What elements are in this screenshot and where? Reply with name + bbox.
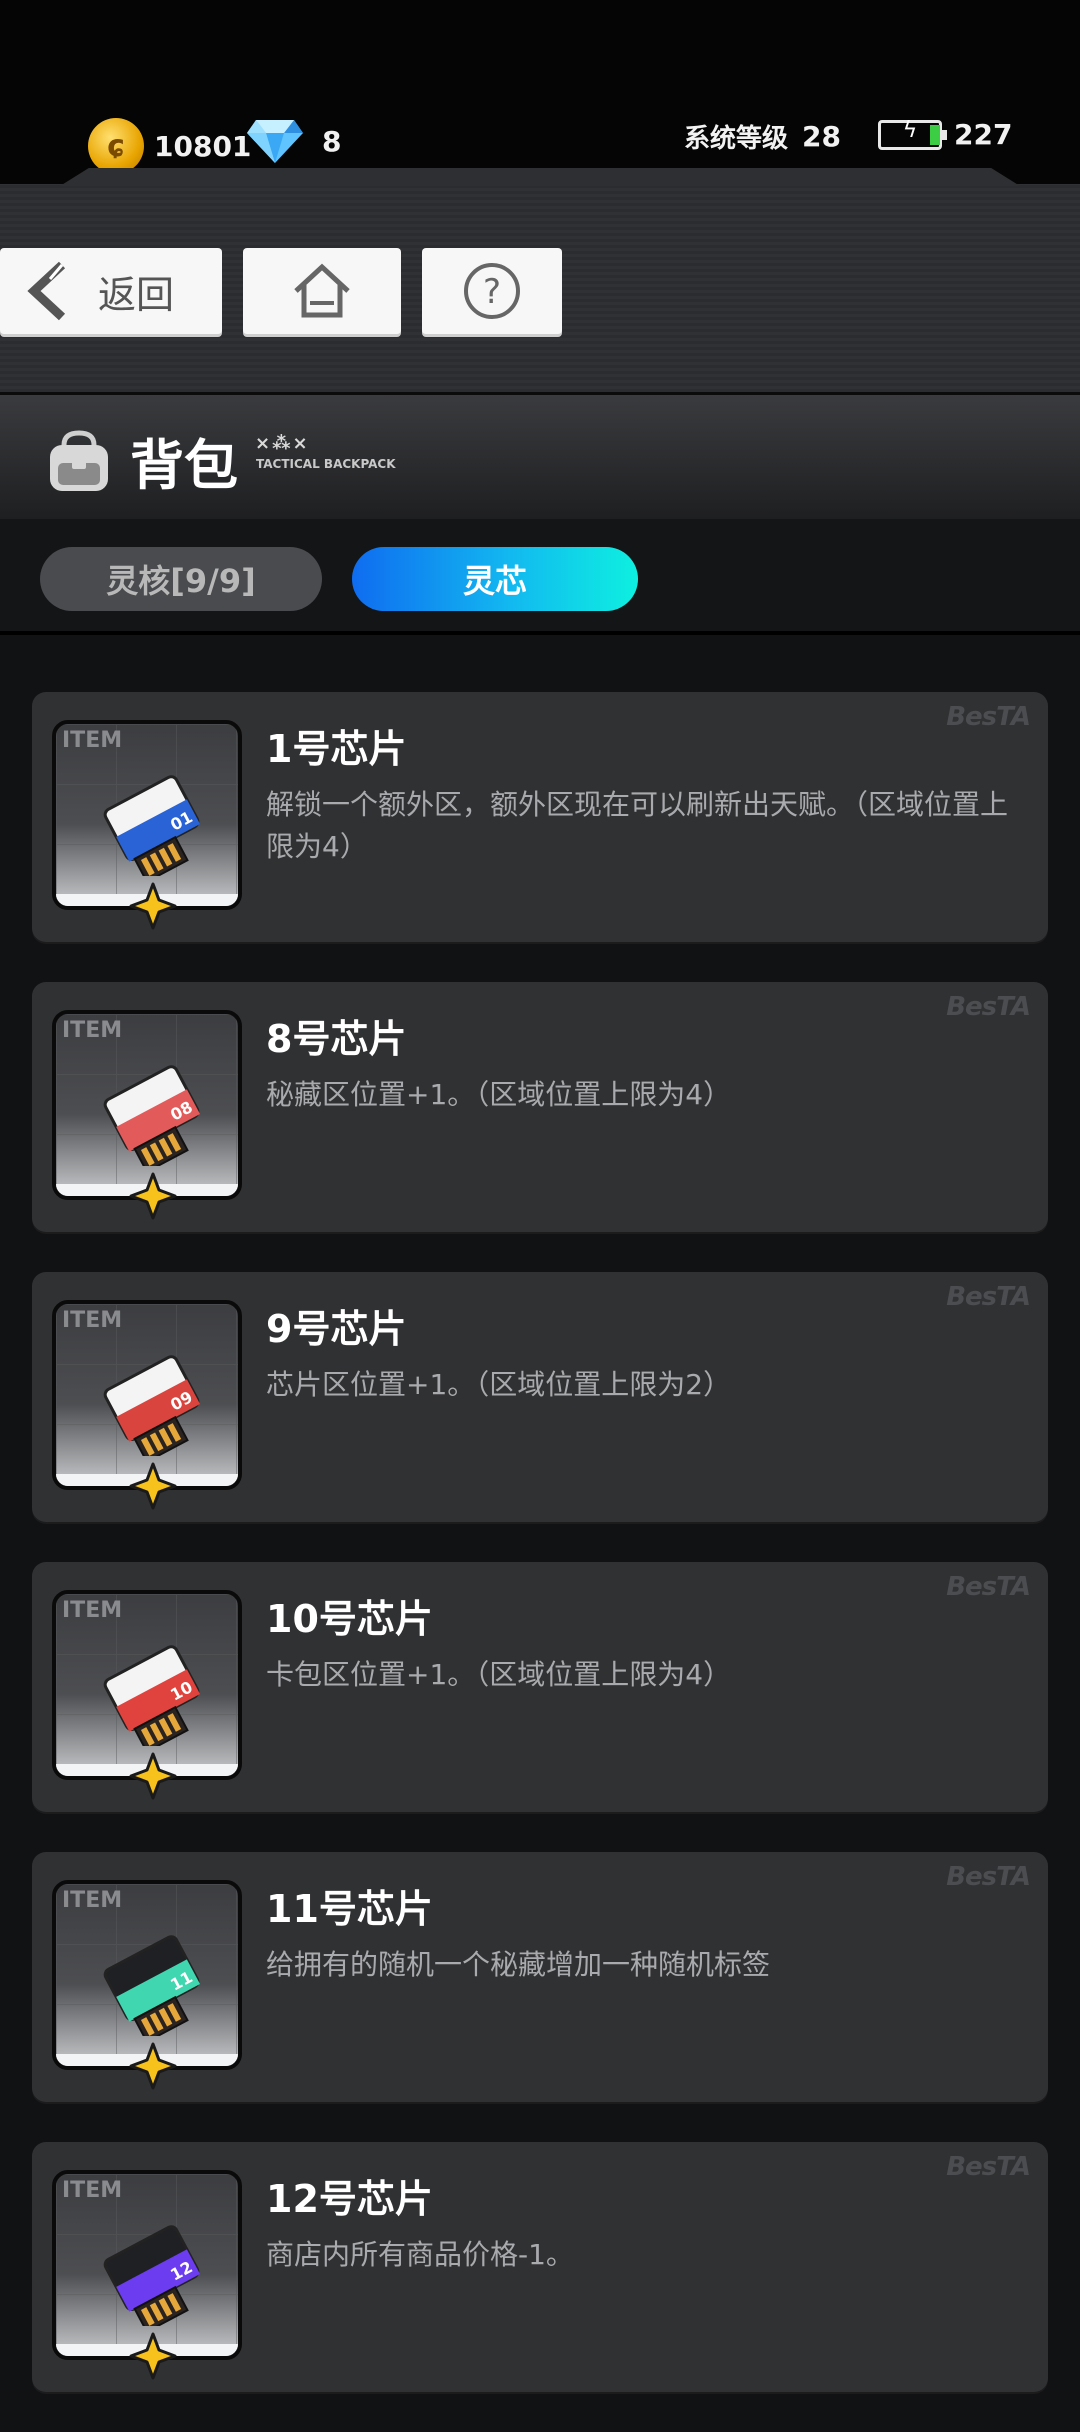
system-level: 系统等级 28 bbox=[684, 118, 841, 155]
home-icon bbox=[294, 263, 350, 318]
item-description: 解锁一个额外区，额外区现在可以刷新出天赋。（区域位置上限为4） bbox=[266, 788, 1009, 863]
tab-bar: 灵核[9/9] 灵芯 bbox=[0, 519, 1080, 635]
usb-chip-icon: 12 bbox=[103, 2225, 200, 2326]
back-label: 返回 bbox=[98, 272, 175, 317]
help-button[interactable]: ? bbox=[422, 248, 562, 334]
gem-counter: 8 bbox=[246, 118, 341, 164]
page-header: 背包 ×⁂× TACTICAL BACKPACK bbox=[0, 392, 1080, 522]
item-description: 秘藏区位置+1。（区域位置上限为4） bbox=[266, 1078, 732, 1111]
item-description: 给拥有的随机一个秘藏增加一种随机标签 bbox=[266, 1948, 771, 1981]
item-card[interactable]: BesTA ITEM 12 12号芯片 商店内所有商品价格-1。 bbox=[32, 2142, 1048, 2392]
star-icon bbox=[129, 2332, 177, 2380]
item-icon-label: ITEM bbox=[62, 1308, 123, 1333]
tab-spirit-core[interactable]: 灵核[9/9] bbox=[40, 547, 322, 611]
star-icon bbox=[129, 882, 177, 930]
item-list: BesTA ITEM 01 1号芯片 解锁一个额外区，额外区现在可以刷新出天赋。… bbox=[32, 692, 1048, 2432]
level-value: 28 bbox=[802, 120, 841, 153]
header-decoration: ×⁂× bbox=[255, 433, 310, 454]
battery-icon: ϟ bbox=[878, 118, 947, 150]
coin-icon: ɕ bbox=[88, 118, 144, 174]
watermark-logo: BesTA bbox=[946, 702, 1031, 732]
level-label: 系统等级 bbox=[684, 124, 789, 154]
page-subtitle: TACTICAL BACKPACK bbox=[256, 457, 396, 471]
item-icon-label: ITEM bbox=[62, 1018, 123, 1043]
item-description: 卡包区位置+1。（区域位置上限为4） bbox=[266, 1658, 732, 1691]
star-icon bbox=[129, 2042, 177, 2090]
svg-text:?: ? bbox=[483, 272, 501, 312]
nav-panel: 返回 ? bbox=[0, 168, 1080, 392]
item-icon-label: ITEM bbox=[62, 1888, 123, 1913]
item-description: 商店内所有商品价格-1。 bbox=[266, 2238, 574, 2271]
energy-counter: ϟ 227 bbox=[878, 118, 1012, 151]
diamond-icon bbox=[247, 120, 303, 163]
item-name: 9号芯片 bbox=[266, 1307, 407, 1351]
watermark-logo: BesTA bbox=[946, 2152, 1031, 2182]
star-icon bbox=[129, 1172, 177, 1220]
question-icon: ? bbox=[464, 263, 520, 319]
home-button[interactable] bbox=[243, 248, 401, 334]
item-name: 11号芯片 bbox=[266, 1887, 433, 1931]
watermark-logo: BesTA bbox=[946, 1282, 1031, 1312]
coin-counter: ɕ 10801 bbox=[88, 118, 251, 174]
watermark-logo: BesTA bbox=[946, 992, 1031, 1022]
chevron-left-icon bbox=[27, 261, 66, 321]
item-name: 12号芯片 bbox=[266, 2177, 433, 2221]
star-icon bbox=[129, 1462, 177, 1510]
usb-chip-icon: 10 bbox=[103, 1645, 200, 1746]
star-icon bbox=[129, 1752, 177, 1800]
item-icon-label: ITEM bbox=[62, 1598, 123, 1623]
energy-amount: 227 bbox=[954, 118, 1013, 151]
back-button[interactable]: 返回 bbox=[0, 248, 222, 334]
watermark-logo: BesTA bbox=[946, 1572, 1031, 1602]
watermark-logo: BesTA bbox=[946, 1862, 1031, 1892]
item-card[interactable]: BesTA ITEM 09 9号芯片 芯片区位置+1。（区域位置上限为2） bbox=[32, 1272, 1048, 1522]
item-card[interactable]: BesTA ITEM 10 10号芯片 卡包区位置+1。（区域位置上限为4） bbox=[32, 1562, 1048, 1812]
item-card[interactable]: BesTA ITEM 01 1号芯片 解锁一个额外区，额外区现在可以刷新出天赋。… bbox=[32, 692, 1048, 942]
item-name: 1号芯片 bbox=[266, 727, 407, 771]
usb-chip-icon: 09 bbox=[103, 1355, 200, 1456]
item-card[interactable]: BesTA ITEM 08 8号芯片 秘藏区位置+1。（区域位置上限为4） bbox=[32, 982, 1048, 1232]
usb-chip-icon: 01 bbox=[103, 775, 200, 876]
usb-chip-icon: 08 bbox=[103, 1065, 200, 1166]
page-title: 背包 bbox=[130, 434, 238, 497]
item-name: 8号芯片 bbox=[266, 1017, 407, 1061]
coin-amount: 10801 bbox=[154, 129, 252, 163]
item-icon-label: ITEM bbox=[62, 2178, 123, 2203]
gem-amount: 8 bbox=[322, 124, 342, 158]
usb-chip-icon: 11 bbox=[103, 1935, 200, 2036]
backpack-icon bbox=[50, 430, 108, 491]
item-icon-label: ITEM bbox=[62, 728, 123, 753]
item-name: 10号芯片 bbox=[266, 1597, 433, 1641]
item-description: 芯片区位置+1。（区域位置上限为2） bbox=[266, 1368, 732, 1401]
item-card[interactable]: BesTA ITEM 11 11号芯片 给拥有的随机一个秘藏增加一种随机标签 bbox=[32, 1852, 1048, 2102]
tab-spirit-chip[interactable]: 灵芯 bbox=[352, 547, 638, 611]
